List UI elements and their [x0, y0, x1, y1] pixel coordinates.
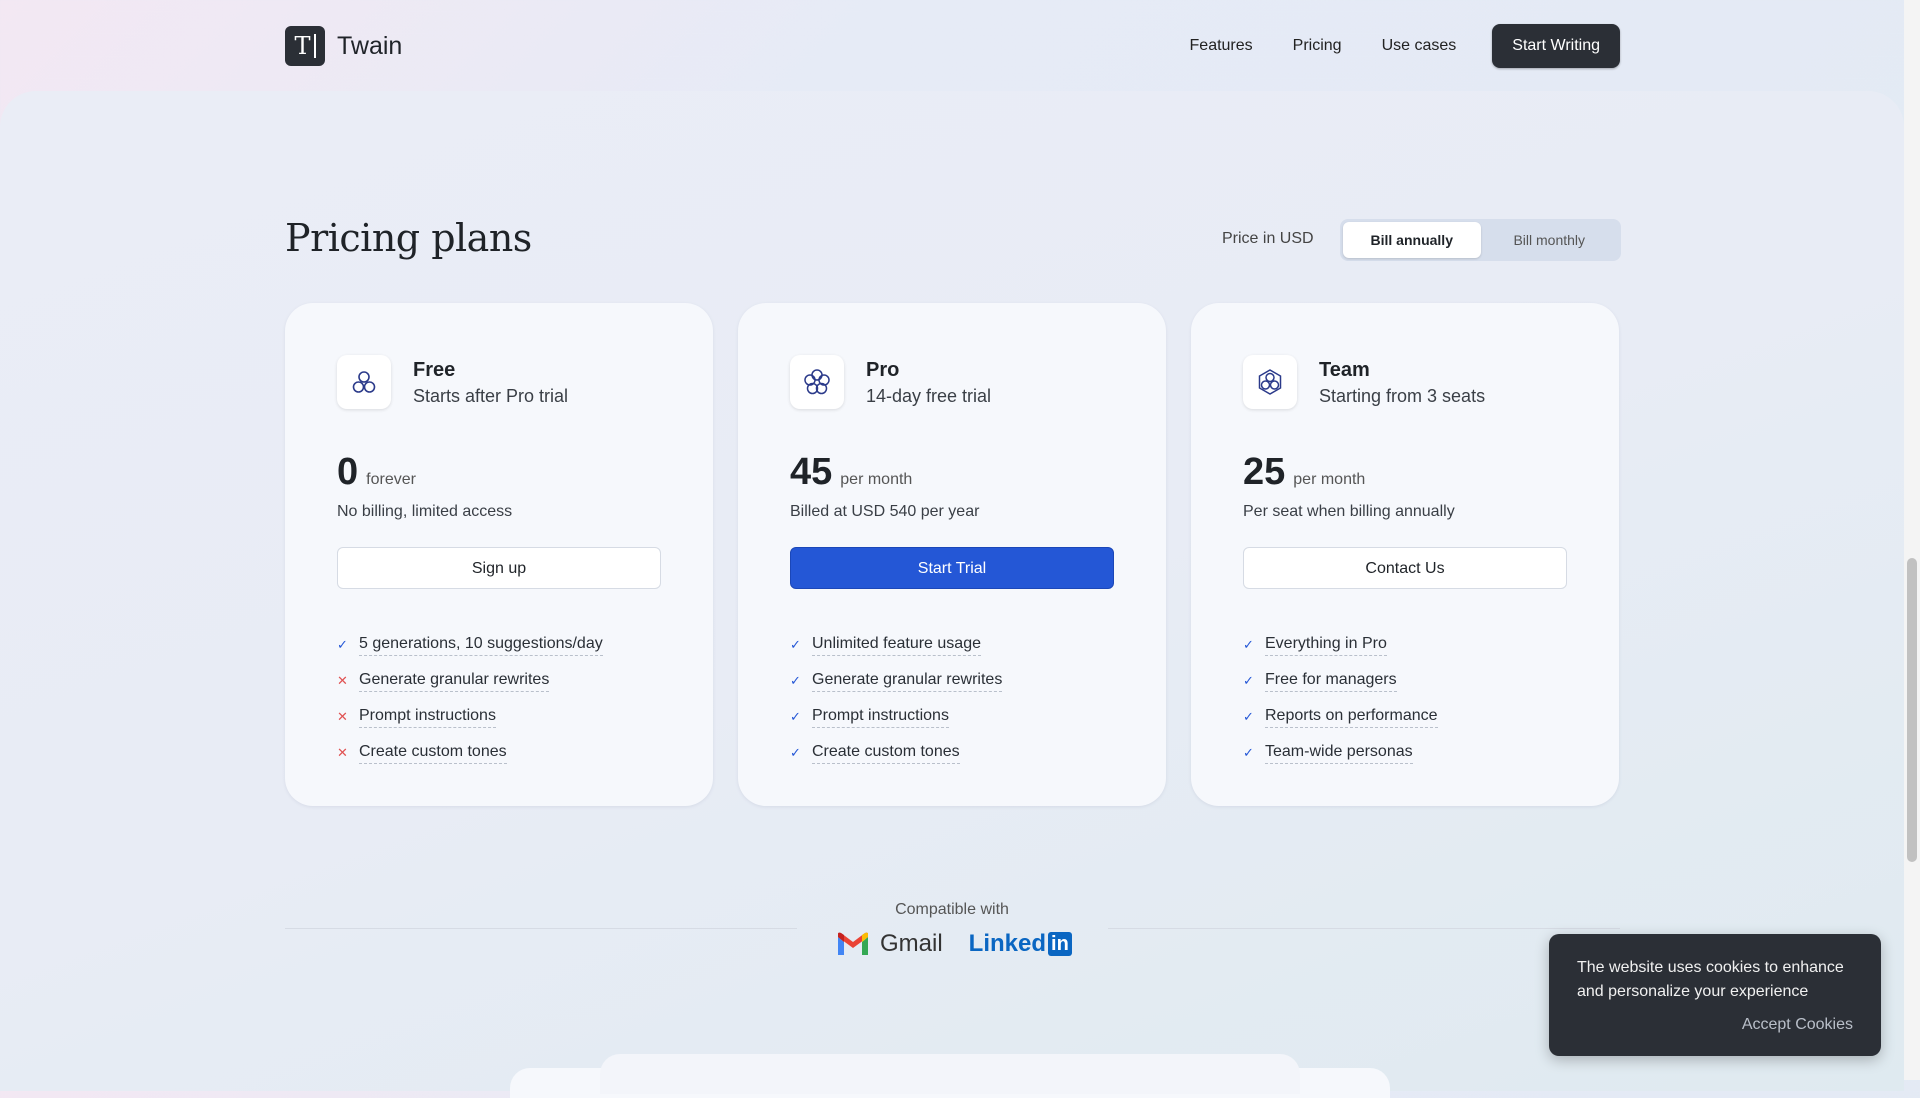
gmail-icon: [838, 932, 868, 955]
feature-text[interactable]: Create custom tones: [812, 743, 960, 764]
price-amount: 25: [1243, 451, 1286, 493]
hexagon-cluster-icon: [1243, 355, 1297, 409]
check-icon: ✓: [1243, 745, 1254, 760]
start-writing-button[interactable]: Start Writing: [1492, 24, 1620, 68]
page-title: Pricing plans: [285, 216, 532, 260]
price-note: No billing, limited access: [337, 503, 513, 520]
gmail-text: Gmail: [880, 930, 943, 957]
plan-price: 25 per month: [1243, 451, 1365, 494]
plan-card-pro: Pro 14-day free trial 45 per month Bille…: [738, 303, 1166, 806]
feature-item: ✓ Free for managers: [1243, 663, 1438, 699]
cookie-message: The website uses cookies to enhance and …: [1577, 959, 1844, 1000]
price-note: Billed at USD 540 per year: [790, 503, 980, 520]
feature-item: ✕ Create custom tones: [337, 735, 603, 771]
plan-name: Free: [413, 359, 456, 381]
plan-price: 0 forever: [337, 451, 416, 494]
brand-logo[interactable]: T Twain: [285, 26, 402, 66]
divider: [1108, 928, 1620, 929]
bill-annually-option[interactable]: Bill annually: [1343, 222, 1481, 258]
plan-card-team: Team Starting from 3 seats 25 per month …: [1191, 303, 1619, 806]
nav-link-pricing[interactable]: Pricing: [1293, 37, 1342, 55]
price-amount: 45: [790, 451, 833, 493]
feature-item: ✕ Generate granular rewrites: [337, 663, 603, 699]
feature-item: ✓ Generate granular rewrites: [790, 663, 1003, 699]
plan-price: 45 per month: [790, 451, 912, 494]
sign-up-button[interactable]: Sign up: [337, 547, 661, 589]
cross-icon: ✕: [337, 745, 348, 760]
feature-text[interactable]: Generate granular rewrites: [812, 671, 1003, 692]
price-amount: 0: [337, 451, 359, 493]
check-icon: ✓: [790, 637, 801, 652]
nav-link-features[interactable]: Features: [1190, 37, 1253, 55]
feature-text[interactable]: Everything in Pro: [1265, 635, 1387, 656]
logo-letter: T: [294, 32, 311, 60]
plan-subtitle: Starts after Pro trial: [413, 386, 569, 406]
scrollbar[interactable]: [1904, 0, 1920, 1080]
plan-card-free: Free Starts after Pro trial 0 forever No…: [285, 303, 713, 806]
compatible-brands: Gmail Linked in: [836, 930, 1072, 958]
feature-text[interactable]: Prompt instructions: [359, 707, 496, 728]
billing-toggle: Bill annually Bill monthly: [1340, 219, 1621, 261]
nav-menu: Features Pricing Use cases Start Writing: [1190, 24, 1620, 68]
bill-monthly-option[interactable]: Bill monthly: [1481, 222, 1619, 258]
check-icon: ✓: [1243, 673, 1254, 688]
plan-subtitle: 14-day free trial: [866, 386, 992, 406]
check-icon: ✓: [790, 745, 801, 760]
check-icon: ✓: [1243, 709, 1254, 724]
gmail-logo: Gmail: [836, 930, 943, 958]
price-period: per month: [840, 471, 913, 488]
feature-item: ✓ Unlimited feature usage: [790, 627, 1002, 663]
check-icon: ✓: [790, 673, 801, 688]
currency-label: Price in USD: [1222, 230, 1314, 247]
cookie-banner: The website uses cookies to enhance and …: [1549, 934, 1881, 1056]
feature-item: ✓ Create custom tones: [790, 735, 1002, 771]
check-icon: ✓: [790, 709, 801, 724]
feature-list: ✓ Unlimited feature usage ✓ Generate granu…: [790, 627, 1003, 771]
next-section-card-inner: [600, 1054, 1300, 1094]
logo-icon: T: [285, 26, 325, 66]
feature-item: ✓ Reports on performance: [1243, 699, 1438, 735]
feature-text[interactable]: Generate granular rewrites: [359, 671, 550, 692]
start-trial-button[interactable]: Start Trial: [790, 547, 1114, 589]
cross-icon: ✕: [337, 709, 348, 724]
plan-name: Pro: [866, 359, 900, 381]
linkedin-in-badge: in: [1048, 932, 1072, 956]
contact-us-button[interactable]: Contact Us: [1243, 547, 1567, 589]
feature-text[interactable]: Team-wide personas: [1265, 743, 1413, 764]
feature-item: ✓ Prompt instructions: [790, 699, 1002, 735]
feature-list: ✓ 5 generations, 10 suggestions/day ✕ Gene…: [337, 627, 603, 771]
flower-icon: [790, 355, 844, 409]
top-navigation: T Twain Features Pricing Use cases Start…: [0, 0, 1904, 92]
plan-name: Team: [1319, 359, 1370, 381]
feature-item: ✓ Everything in Pro: [1243, 627, 1438, 663]
compatible-label: Compatible with: [895, 901, 1009, 918]
price-period: per month: [1293, 471, 1366, 488]
feature-text[interactable]: Prompt instructions: [812, 707, 949, 728]
accept-cookies-button[interactable]: Accept Cookies: [1742, 1016, 1853, 1034]
check-icon: ✓: [1243, 637, 1254, 652]
molecule-icon: [337, 355, 391, 409]
feature-item: ✓ Team-wide personas: [1243, 735, 1438, 771]
feature-text[interactable]: 5 generations, 10 suggestions/day: [359, 635, 603, 656]
linkedin-logo: Linked in: [969, 930, 1072, 958]
price-period: forever: [366, 471, 416, 488]
nav-link-use-cases[interactable]: Use cases: [1382, 37, 1457, 55]
feature-text[interactable]: Free for managers: [1265, 671, 1397, 692]
brand-name: Twain: [337, 31, 403, 60]
feature-text[interactable]: Reports on performance: [1265, 707, 1438, 728]
check-icon: ✓: [337, 637, 348, 652]
plan-subtitle: Starting from 3 seats: [1319, 386, 1486, 406]
scrollbar-thumb[interactable]: [1907, 558, 1917, 862]
feature-list: ✓ Everything in Pro ✓ Free for managers ✓ R…: [1243, 627, 1438, 771]
feature-text[interactable]: Create custom tones: [359, 743, 507, 764]
feature-text[interactable]: Unlimited feature usage: [812, 635, 981, 656]
feature-item: ✓ 5 generations, 10 suggestions/day: [337, 627, 603, 663]
cross-icon: ✕: [337, 673, 348, 688]
divider: [285, 928, 797, 929]
price-note: Per seat when billing annually: [1243, 503, 1455, 520]
linkedin-text: Linked: [968, 930, 1047, 957]
feature-item: ✕ Prompt instructions: [337, 699, 603, 735]
